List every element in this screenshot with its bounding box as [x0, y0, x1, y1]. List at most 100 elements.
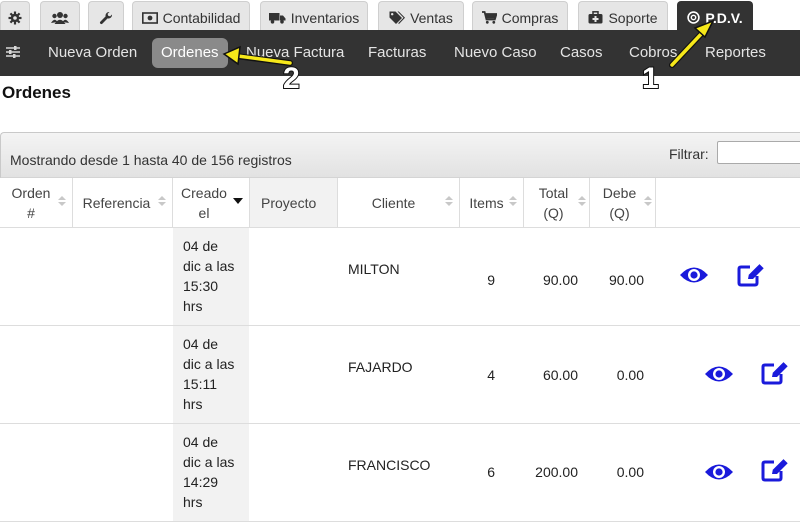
column-header-cliente[interactable]: Cliente	[338, 178, 460, 228]
sort-both-icon	[509, 196, 517, 206]
created-line: hrs	[183, 494, 203, 510]
sliders-icon[interactable]	[6, 45, 20, 59]
column-header-orden-line1: Orden	[11, 184, 51, 201]
menu-ordenes[interactable]: Ordenes	[152, 38, 228, 68]
tab-compras[interactable]: Compras	[472, 1, 568, 30]
cell-referencia	[73, 326, 173, 423]
column-header-total-line2: (Q)	[543, 204, 564, 221]
cell-cliente: FAJARDO	[348, 359, 413, 375]
tab-settings[interactable]	[0, 1, 30, 30]
wrench-icon	[99, 11, 113, 24]
created-line: 14:29	[183, 474, 219, 490]
menu-reportes[interactable]: Reportes	[705, 30, 766, 76]
cell-proyecto	[250, 228, 338, 325]
cell-items: 4	[487, 367, 495, 383]
column-header-referencia-label: Referencia	[82, 194, 151, 211]
tab-users[interactable]	[40, 1, 80, 30]
column-header-total-line1: Total	[538, 184, 569, 201]
created-line: hrs	[183, 396, 203, 412]
menu-nuevo-caso[interactable]: Nuevo Caso	[454, 30, 537, 76]
gear-icon	[8, 11, 22, 24]
cell-created: 04 de dic a las 15:11 hrs	[173, 326, 249, 423]
top-tab-bar: Contabilidad Inventarios Ventas Compras	[0, 0, 800, 30]
filter-label: Filtrar:	[669, 146, 709, 162]
column-header-items-label: Items	[469, 194, 504, 211]
tab-soporte-label: Soporte	[608, 9, 658, 26]
column-header-creado-line2: el	[198, 204, 210, 221]
truck-icon	[268, 12, 286, 24]
column-header-cliente-label: Cliente	[371, 194, 416, 211]
tab-tools[interactable]	[88, 1, 124, 30]
cell-debe: 0.00	[616, 464, 644, 480]
cell-items: 9	[487, 272, 495, 288]
table-toolbar: Mostrando desde 1 hasta 40 de 156 regist…	[0, 132, 800, 178]
menu-facturas[interactable]: Facturas	[368, 30, 426, 76]
sort-both-icon	[445, 196, 453, 206]
sort-both-icon	[158, 196, 166, 206]
tab-soporte[interactable]: Soporte	[578, 1, 668, 30]
cell-debe: 0.00	[616, 367, 644, 383]
table-header-row: Orden # Referencia Creado el Proyecto Clie…	[0, 178, 800, 228]
column-header-referencia[interactable]: Referencia	[73, 178, 173, 228]
cell-total: 200.00	[535, 464, 578, 480]
tab-pdv[interactable]: P.D.V.	[677, 1, 753, 30]
column-header-items[interactable]: Items	[460, 178, 524, 228]
created-line: 04 de	[183, 336, 219, 352]
created-line: dic a las	[183, 356, 235, 372]
pdv-menu-bar: Nueva Orden Ordenes Nueva Factura Factur…	[0, 30, 800, 76]
cell-total: 90.00	[542, 272, 578, 288]
column-header-proyecto[interactable]: Proyecto	[250, 178, 338, 228]
sort-desc-icon	[233, 198, 243, 204]
column-header-creado[interactable]: Creado el	[173, 178, 250, 228]
annotation-number-2: 2	[282, 61, 301, 96]
tab-contabilidad[interactable]: Contabilidad	[132, 1, 250, 30]
column-header-total[interactable]: Total (Q)	[524, 178, 590, 228]
tab-ventas[interactable]: Ventas	[378, 1, 464, 30]
table-row: 04 de dic a las 14:29 hrs FRANCISCO 6 20…	[0, 424, 800, 522]
cell-proyecto	[250, 326, 338, 423]
cell-cliente: MILTON	[348, 261, 400, 277]
edit-icon[interactable]	[760, 457, 790, 483]
cell-referencia	[73, 228, 173, 325]
sort-both-icon	[644, 196, 652, 206]
cell-orden	[0, 424, 73, 521]
column-header-debe-line2: (Q)	[609, 204, 630, 221]
tab-inventarios[interactable]: Inventarios	[260, 1, 368, 30]
column-header-creado-line1: Creado	[181, 184, 227, 201]
view-icon[interactable]	[704, 363, 734, 385]
created-line: dic a las	[183, 454, 235, 470]
view-icon[interactable]	[704, 461, 734, 483]
medkit-icon	[588, 11, 603, 24]
table-row: 04 de dic a las 15:30 hrs MILTON 9 90.00…	[0, 228, 800, 326]
tab-compras-label: Compras	[501, 9, 559, 26]
filter-input[interactable]	[717, 141, 800, 164]
cell-orden	[0, 228, 73, 325]
disc-icon	[687, 11, 701, 24]
view-icon[interactable]	[679, 264, 709, 286]
cell-cliente: FRANCISCO	[348, 457, 431, 473]
created-line: dic a las	[183, 258, 235, 274]
edit-icon[interactable]	[760, 360, 790, 386]
tab-ventas-label: Ventas	[410, 9, 453, 26]
column-header-proyecto-label: Proyecto	[261, 194, 317, 211]
column-header-actions	[656, 178, 800, 228]
column-header-debe[interactable]: Debe (Q)	[590, 178, 656, 228]
created-line: 04 de	[183, 238, 219, 254]
edit-icon[interactable]	[736, 262, 766, 288]
tab-pdv-label: P.D.V.	[705, 9, 743, 26]
created-line: 15:30	[183, 278, 219, 294]
cell-proyecto	[250, 424, 338, 521]
created-line: hrs	[183, 298, 203, 314]
menu-nueva-orden[interactable]: Nueva Orden	[48, 30, 137, 76]
column-header-orden[interactable]: Orden #	[0, 178, 73, 228]
cell-debe: 90.00	[608, 272, 644, 288]
menu-casos[interactable]: Casos	[560, 30, 603, 76]
cell-items: 6	[487, 464, 495, 480]
tags-icon	[389, 11, 406, 24]
cell-referencia	[73, 424, 173, 521]
tab-inventarios-label: Inventarios	[290, 9, 360, 26]
sort-both-icon	[578, 196, 586, 206]
column-header-debe-line1: Debe	[602, 184, 637, 201]
cell-orden	[0, 326, 73, 423]
cell-created: 04 de dic a las 14:29 hrs	[173, 424, 249, 521]
